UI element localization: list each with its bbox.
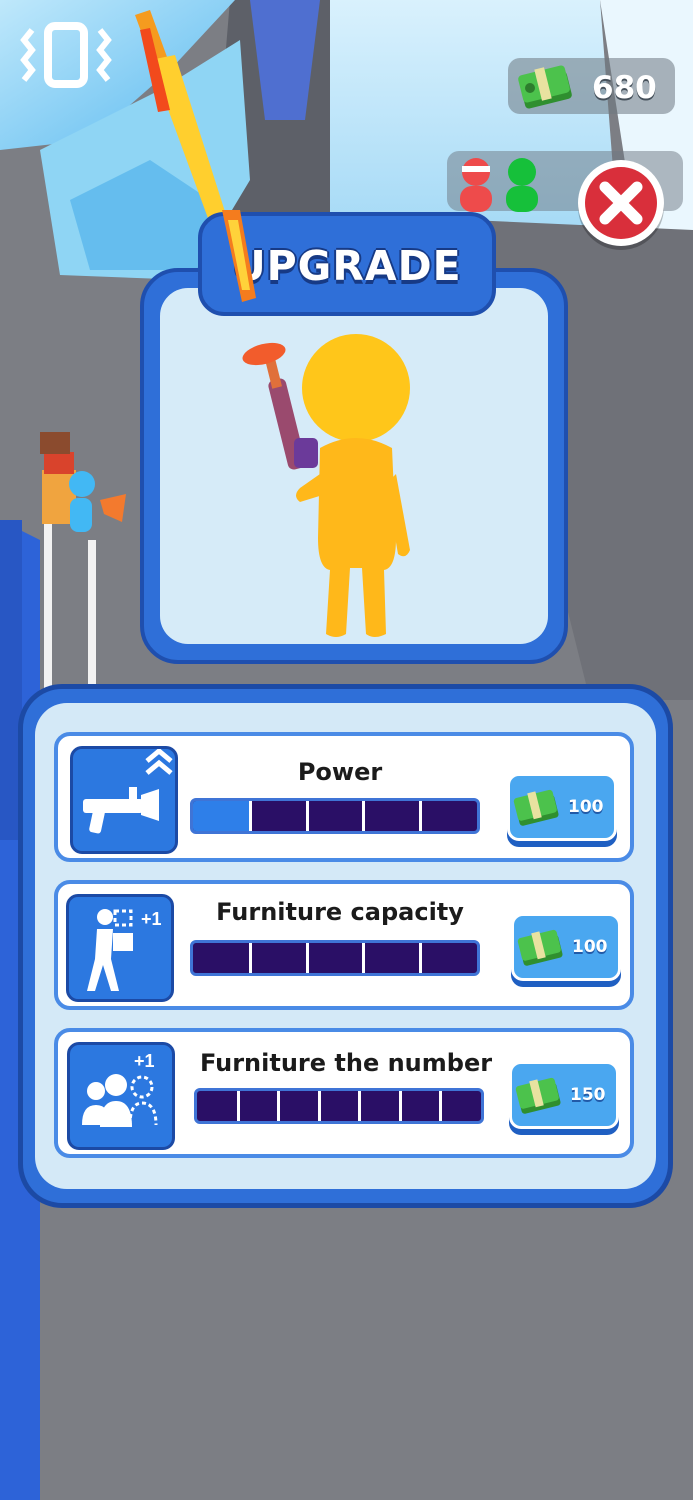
cash-icon [517,929,563,966]
bar-segment-divider [305,801,309,831]
cash-icon [513,789,559,826]
upgrade-label: Furniture capacity [216,898,464,926]
cash-icon [515,1077,561,1114]
crowd-plus-icon: +1 [67,1042,175,1150]
bar-segment-divider [419,801,423,831]
character-figure [242,334,410,637]
money-value: 680 [592,70,657,106]
upgrade-price: 150 [570,1085,606,1105]
fire-trail [222,210,256,302]
upgrade-level-bar [190,798,480,834]
player-red-icon [460,158,492,212]
carry-box-icon: +1 [66,894,174,1002]
bar-segment-divider [439,1091,443,1121]
cash-icon [518,65,572,109]
close-button[interactable] [578,160,664,246]
bar-segment-divider [236,1091,240,1121]
bar-segment-divider [305,943,309,973]
bar-segment-divider [358,1091,362,1121]
svg-text:+1: +1 [141,909,162,929]
player-green-icon [506,158,538,212]
plunger-gun-icon [70,746,178,854]
bar-segment-divider [248,801,252,831]
bar-segment-divider [398,1091,402,1121]
bar-segment-divider [362,943,366,973]
upgrade-buy-button[interactable]: 100 [507,773,617,841]
bar-segment-divider [362,801,366,831]
upgrade-price: 100 [568,797,604,817]
svg-text:+1: +1 [134,1051,155,1071]
upgrade-label: Power [297,758,383,786]
character-preview-card [140,268,568,664]
close-icon [585,167,657,239]
bar-segment-divider [317,1091,321,1121]
upgrade-level-bar [194,1088,484,1124]
upgrade-label: Furniture the number [199,1049,493,1077]
bar-segment-divider [277,1091,281,1121]
game-scene: 680 UPGRADE Power 100 +1 Furniture capac… [0,0,693,1500]
vibration-icon[interactable] [18,22,114,88]
upgrade-price: 100 [572,937,608,957]
character-preview [160,288,548,644]
upgrade-level-bar [190,940,480,976]
bar-segment-divider [419,943,423,973]
upgrade-buy-button[interactable]: 100 [511,913,621,981]
bar-segment-divider [248,943,252,973]
upgrade-buy-button[interactable]: 150 [509,1061,619,1129]
upgrade-level-fill [193,801,250,831]
